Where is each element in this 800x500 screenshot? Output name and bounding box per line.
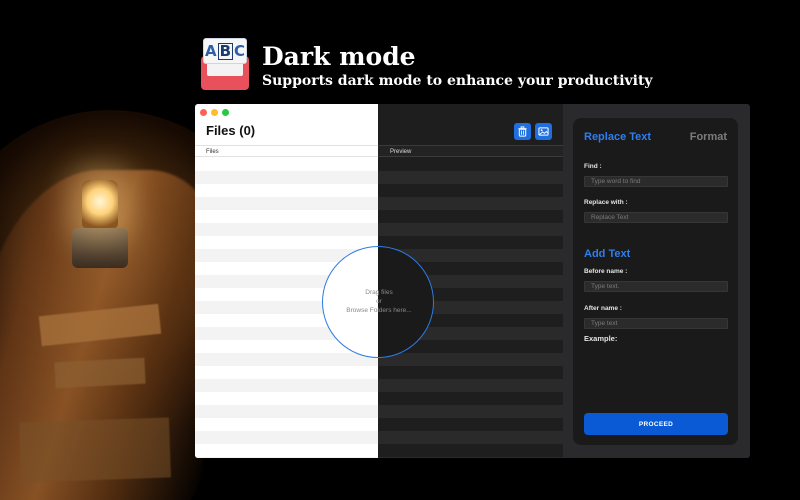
find-input[interactable] [584, 176, 728, 187]
trash-icon [518, 126, 527, 137]
boat-plank [18, 417, 172, 483]
image-icon [538, 127, 549, 136]
lantern-icon [82, 180, 118, 228]
add-text-title: Add Text [584, 248, 631, 260]
drop-zone-or: or [376, 298, 382, 305]
preview-column-header[interactable]: Preview [378, 145, 563, 157]
logo-letter-b: B [217, 41, 234, 60]
image-preview-button[interactable] [535, 123, 552, 140]
files-column-header[interactable]: Files [195, 145, 378, 157]
replace-with-label: Replace with : [584, 199, 628, 206]
logo-letter-c: C [234, 42, 246, 60]
boat-plank [54, 357, 146, 389]
clear-files-button[interactable] [514, 123, 531, 140]
tab-replace-text[interactable]: Replace Text [584, 131, 651, 143]
files-count-title: Files (0) [206, 123, 256, 138]
logo-card: A B C [203, 38, 247, 64]
proceed-button[interactable]: PROCEED [584, 413, 728, 435]
after-name-label: After name : [584, 305, 622, 312]
replace-with-input[interactable] [584, 212, 728, 223]
headline: Dark mode [262, 42, 416, 71]
app-window: Files (0) Files Preview Drag files or Br… [195, 104, 750, 458]
lantern-base [72, 228, 128, 268]
before-name-input[interactable] [584, 281, 728, 292]
logo-letter-a: A [204, 42, 217, 60]
logo-box-front [207, 62, 243, 76]
minimize-window-button[interactable] [211, 109, 218, 116]
app-logo: A B C [197, 36, 253, 92]
drop-zone-text: Drag files [365, 289, 393, 296]
tab-format[interactable]: Format [690, 131, 727, 143]
close-window-button[interactable] [200, 109, 207, 116]
rename-options-panel: Replace Text Format Find : Replace with … [573, 118, 738, 445]
browse-folders-link[interactable]: Browse Folders here... [323, 306, 433, 315]
find-label: Find : [584, 163, 602, 170]
subheadline: Supports dark mode to enhance your produ… [262, 73, 653, 89]
drop-zone[interactable]: Drag files or Browse Folders here... [322, 246, 434, 358]
zoom-window-button[interactable] [222, 109, 229, 116]
before-name-label: Before name : [584, 268, 628, 275]
example-label: Example: [584, 334, 618, 343]
after-name-input[interactable] [584, 318, 728, 329]
